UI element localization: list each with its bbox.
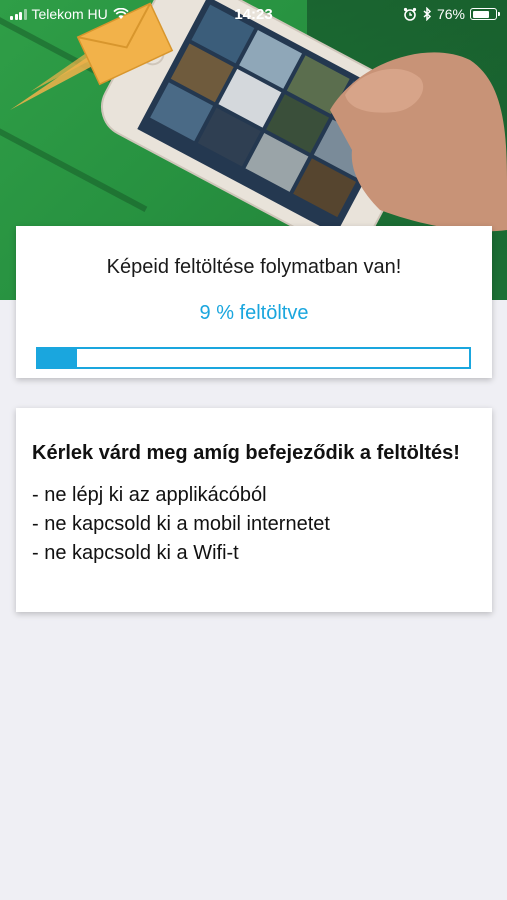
info-heading: Kérlek várd meg amíg befejeződik a feltö… xyxy=(32,442,460,464)
clock: 14:23 xyxy=(234,5,273,23)
info-list: - ne lépj ki az applikácóból - ne kapcso… xyxy=(32,481,476,568)
upload-percent-text: 9 % feltöltve xyxy=(199,302,309,324)
battery-icon xyxy=(470,8,500,20)
upload-info-card: Kérlek várd meg amíg befejeződik a feltö… xyxy=(16,408,492,612)
upload-progress-card: Képeid feltöltése folymatban van! 9 % fe… xyxy=(16,226,492,378)
signal-icon xyxy=(10,8,27,20)
bluetooth-icon xyxy=(423,7,432,21)
list-item: - ne lépj ki az applikácóból xyxy=(32,484,267,506)
alarm-icon xyxy=(403,7,417,21)
upload-progress-bar xyxy=(36,347,471,369)
status-bar: Telekom HU 14:23 76% xyxy=(0,0,507,28)
list-item: - ne kapcsold ki a Wifi-t xyxy=(32,542,239,564)
battery-percent: 76% xyxy=(436,6,465,22)
carrier-name: Telekom HU xyxy=(31,6,108,22)
upload-progress-fill xyxy=(38,349,77,367)
list-item: - ne kapcsold ki a mobil internetet xyxy=(32,513,330,535)
upload-title: Képeid feltöltése folymatban van! xyxy=(106,256,402,278)
wifi-icon xyxy=(113,8,129,19)
